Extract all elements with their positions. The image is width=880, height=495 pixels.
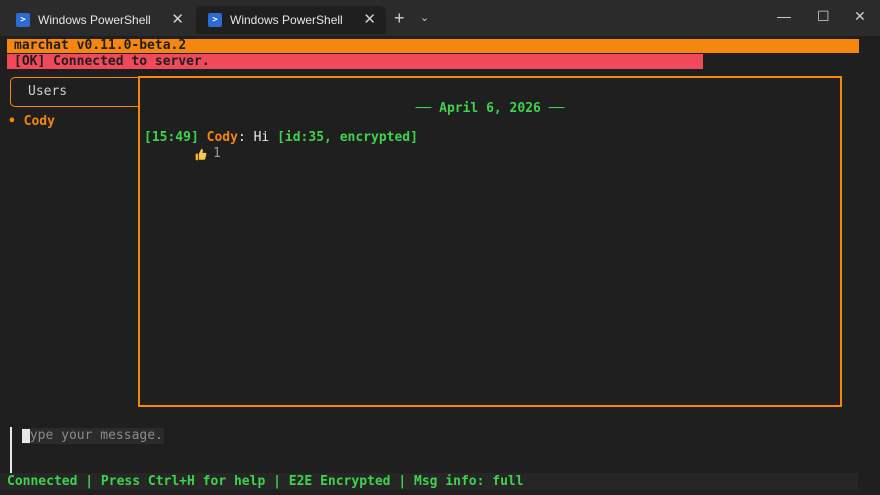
close-tab-icon[interactable]: ✕ (363, 11, 376, 29)
chat-panel: ── April 6, 2026 ── [15:49] Cody: Hi [id… (138, 76, 842, 407)
close-window-button[interactable]: ✕ (854, 6, 866, 26)
connection-status: [OK] Connected to server. (7, 54, 703, 69)
close-tab-icon[interactable]: ✕ (171, 11, 184, 29)
title-bar: > Windows PowerShell ✕ > Windows PowerSh… (0, 0, 880, 36)
tab-powershell-1[interactable]: > Windows PowerShell ✕ (4, 6, 194, 34)
input-border (10, 427, 12, 473)
app-header: marchat v0.11.0-beta.2 (7, 39, 859, 53)
date-separator: ── April 6, 2026 ── (415, 101, 565, 116)
terminal-area: marchat v0.11.0-beta.2 [OK] Connected to… (0, 36, 880, 495)
user-list-item[interactable]: • Cody (8, 114, 55, 130)
reaction-count: 1 (213, 146, 221, 161)
maximize-button[interactable]: ☐ (817, 6, 830, 26)
message-input[interactable] (22, 428, 164, 444)
footer-status-bar: Connected | Press Ctrl+H for help | E2E … (0, 473, 858, 490)
tab-label: Windows PowerShell (38, 13, 151, 27)
message-separator: : (237, 130, 254, 145)
tab-powershell-2[interactable]: > Windows PowerShell ✕ (196, 6, 386, 34)
minimize-button[interactable]: — (777, 6, 791, 26)
user-name: Cody (23, 114, 55, 129)
chat-message: [15:49] Cody: Hi [id:35, encrypted] (144, 130, 418, 146)
message-reaction[interactable]: 1 (194, 146, 221, 162)
powershell-icon: > (16, 13, 30, 27)
message-time: [15:49] (144, 130, 199, 145)
chevron-down-icon[interactable]: ⌄ (420, 10, 429, 26)
powershell-icon: > (208, 13, 222, 27)
thumbs-up-icon (195, 148, 207, 160)
user-bullet: • (8, 114, 16, 129)
text-cursor (22, 429, 30, 443)
message-meta: [id:35, encrypted] (277, 130, 418, 145)
tab-label: Windows PowerShell (230, 13, 343, 27)
new-tab-button[interactable]: + (394, 9, 405, 27)
message-text: Hi (253, 130, 278, 145)
users-panel-title: Users (28, 84, 68, 99)
message-user[interactable]: Cody (207, 130, 238, 145)
